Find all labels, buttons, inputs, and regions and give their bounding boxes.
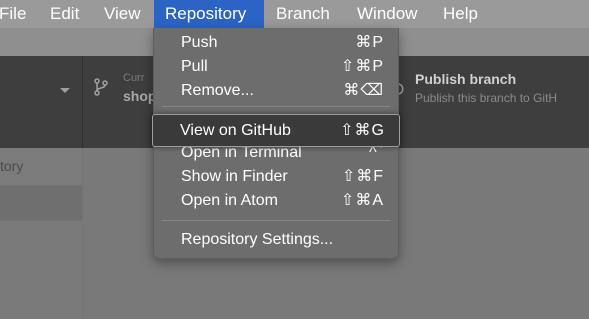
- menu-item-shortcut: ⌘⌫: [343, 82, 384, 99]
- menu-item-shortcut: ⇧⌘F: [341, 168, 384, 185]
- menu-item-label: View on GitHub: [180, 122, 291, 139]
- menu-item-shortcut: ⌘P: [355, 34, 384, 51]
- menu-item-repository-settings[interactable]: Repository Settings...: [154, 228, 398, 252]
- publish-icon[interactable]: [398, 82, 406, 100]
- menu-separator: [162, 220, 390, 221]
- menu-item-pull[interactable]: Pull ⇧⌘P: [154, 55, 398, 79]
- menu-view[interactable]: View: [104, 0, 141, 28]
- menu-item-remove[interactable]: Remove... ⌘⌫: [154, 79, 398, 103]
- menu-file[interactable]: File: [0, 0, 26, 28]
- sidebar-list-item[interactable]: [0, 186, 82, 221]
- menu-item-label: Show in Finder: [181, 168, 288, 185]
- sidebar: tory: [0, 148, 83, 319]
- menu-separator: [162, 106, 390, 107]
- sidebar-tab-label: tory: [0, 158, 24, 174]
- current-branch-value[interactable]: shop: [123, 88, 156, 104]
- menu-repository[interactable]: Repository: [154, 0, 264, 28]
- menu-item-shortcut: ⇧⌘P: [340, 58, 384, 75]
- menu-help[interactable]: Help: [443, 0, 478, 28]
- publish-branch-subtitle: Publish this branch to GitH: [415, 91, 558, 105]
- menu-window[interactable]: Window: [357, 0, 417, 28]
- menu-bar: File Edit View Repository Branch Window …: [0, 0, 589, 28]
- menu-branch[interactable]: Branch: [276, 0, 330, 28]
- menu-edit[interactable]: Edit: [50, 0, 79, 28]
- toolbar-divider: [82, 56, 83, 148]
- menu-item-shortcut: ⇧⌘A: [340, 192, 384, 209]
- publish-branch-title[interactable]: Publish branch: [415, 71, 516, 87]
- menu-item-show-in-finder[interactable]: Show in Finder ⇧⌘F: [154, 165, 398, 189]
- current-branch-label: Curr: [123, 72, 145, 84]
- sidebar-tab-history[interactable]: tory: [0, 148, 82, 186]
- chevron-down-icon[interactable]: [59, 82, 71, 100]
- menu-item-view-on-github[interactable]: View on GitHub ⇧⌘G: [152, 114, 400, 147]
- menu-item-label: Remove...: [181, 82, 254, 99]
- menu-item-shortcut: ⇧⌘G: [340, 122, 385, 139]
- menu-item-label: Push: [181, 34, 218, 51]
- menu-item-label: Repository Settings...: [181, 231, 334, 248]
- menu-item-label: Pull: [181, 58, 208, 75]
- branch-icon[interactable]: [94, 78, 108, 101]
- menu-item-open-in-atom[interactable]: Open in Atom ⇧⌘A: [154, 189, 398, 213]
- menu-item-push[interactable]: Push ⌘P: [154, 31, 398, 55]
- menu-item-label: Open in Atom: [181, 192, 278, 209]
